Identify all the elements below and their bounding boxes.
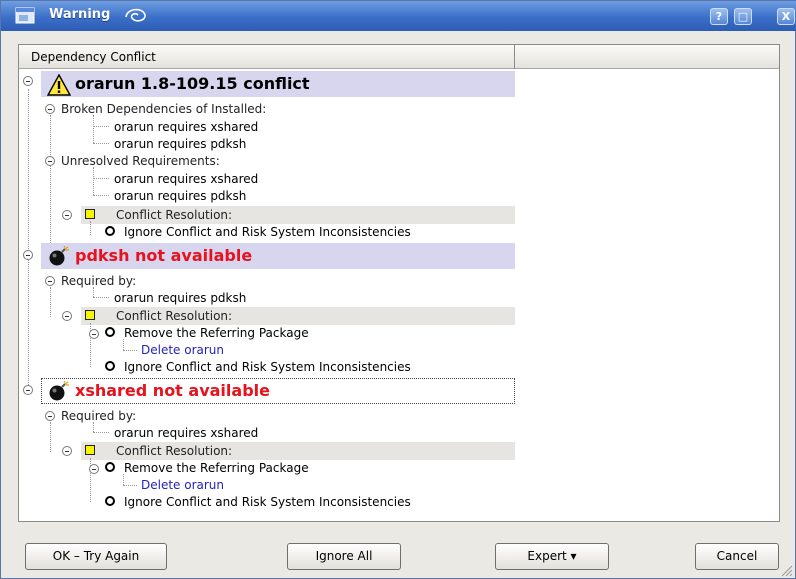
close-button[interactable]: X — [777, 8, 795, 25]
ok-try-again-button[interactable]: OK – Try Again — [25, 543, 167, 570]
radio-ignore-conflict[interactable] — [105, 226, 115, 236]
maximize-button[interactable]: □ — [734, 8, 752, 25]
conflict-resolution-label: Conflict Resolution: — [116, 309, 233, 323]
tree-guide — [123, 474, 124, 485]
radio-remove-package[interactable] — [105, 327, 115, 337]
remove-package-expander[interactable] — [89, 464, 99, 474]
list-item[interactable]: orarun requires pdksh — [114, 291, 246, 305]
tree-guide — [50, 422, 51, 452]
resolution-checkbox[interactable] — [85, 310, 95, 320]
list-item[interactable]: orarun requires xshared — [114, 120, 258, 134]
help-button[interactable]: ? — [710, 8, 728, 25]
ignore-conflict-option[interactable]: Ignore Conflict and Risk System Inconsis… — [124, 495, 411, 509]
window-title: Warning — [49, 7, 111, 22]
radio-remove-package[interactable] — [105, 462, 115, 472]
resolution-checkbox[interactable] — [85, 445, 95, 455]
remove-package-expander[interactable] — [89, 329, 99, 339]
conflict-resolution-expander[interactable] — [62, 311, 72, 321]
delete-orarun-option[interactable]: Delete orarun — [141, 478, 224, 492]
swirl-decoration-icon — [125, 8, 146, 22]
ignore-conflict-option[interactable]: Ignore Conflict and Risk System Inconsis… — [124, 360, 411, 374]
required-by-expander[interactable] — [45, 411, 55, 421]
tree-guide — [123, 339, 124, 350]
warning-dialog: Warning ? □ X Dependency Conflict orarun… — [0, 0, 796, 579]
ignore-conflict-option[interactable]: Ignore Conflict and Risk System Inconsis… — [124, 225, 411, 239]
tree-guide — [90, 221, 91, 235]
conflict-resolution-label: Conflict Resolution: — [116, 208, 233, 222]
tree-guide — [50, 287, 51, 317]
remove-package-option[interactable]: Remove the Referring Package — [124, 326, 309, 340]
tree-guide — [93, 143, 109, 144]
conflict-resolution-expander[interactable] — [62, 446, 72, 456]
tree-guide — [28, 259, 29, 389]
conflict-3-expander[interactable] — [23, 385, 33, 395]
tree-guide — [93, 126, 109, 127]
radio-ignore-conflict[interactable] — [105, 361, 115, 371]
list-item[interactable]: orarun requires pdksh — [114, 189, 246, 203]
required-by-label[interactable]: Required by: — [61, 409, 136, 423]
tree-guide — [93, 432, 109, 433]
tree-guide — [93, 287, 94, 297]
tree-guide — [50, 115, 51, 249]
unresolved-expander[interactable] — [45, 156, 55, 166]
ignore-all-button[interactable]: Ignore All — [287, 543, 401, 570]
expert-menu-button[interactable]: Expert ▾ — [495, 543, 609, 570]
app-window-icon — [15, 7, 35, 24]
unresolved-label[interactable]: Unresolved Requirements: — [61, 154, 220, 168]
column-header-label: Dependency Conflict — [31, 50, 156, 64]
bomb-icon — [49, 246, 69, 266]
remove-package-option[interactable]: Remove the Referring Package — [124, 461, 309, 475]
conflict-1-title: orarun 1.8-109.15 conflict — [75, 74, 310, 93]
list-item[interactable]: orarun requires xshared — [114, 426, 258, 440]
tree-guide — [123, 485, 137, 486]
resolution-checkbox[interactable] — [85, 209, 95, 219]
conflict-tree-panel[interactable]: Dependency Conflict orarun 1.8-109.15 co… — [18, 44, 780, 522]
warning-icon — [47, 74, 71, 96]
radio-ignore-conflict[interactable] — [105, 496, 115, 506]
conflict-2-title: pdksh not available — [75, 246, 253, 265]
tree-guide — [93, 115, 94, 143]
cancel-button[interactable]: Cancel — [695, 543, 779, 570]
broken-deps-expander[interactable] — [45, 104, 55, 114]
list-item[interactable]: orarun requires pdksh — [114, 137, 246, 151]
tree-guide — [93, 178, 109, 179]
broken-deps-label[interactable]: Broken Dependencies of Installed: — [61, 102, 266, 116]
tree-guide — [28, 89, 29, 251]
list-item[interactable]: orarun requires xshared — [114, 172, 258, 186]
required-by-expander[interactable] — [45, 276, 55, 286]
title-bar[interactable]: Warning ? □ X — [1, 1, 796, 31]
conflict-3-title: xshared not available — [75, 381, 270, 400]
tree-guide — [123, 350, 137, 351]
column-header: Dependency Conflict — [19, 45, 779, 69]
tree-guide — [93, 297, 109, 298]
delete-orarun-option[interactable]: Delete orarun — [141, 343, 224, 357]
conflict-resolution-label: Conflict Resolution: — [116, 444, 233, 458]
tree-guide — [93, 195, 109, 196]
tree-guide — [93, 167, 94, 195]
resize-grip-icon[interactable] — [779, 563, 793, 577]
conflict-1-expander[interactable] — [23, 76, 33, 86]
conflict-resolution-expander[interactable] — [62, 210, 72, 220]
column-header-dependency-conflict[interactable]: Dependency Conflict — [19, 45, 515, 69]
tree-guide — [93, 422, 94, 432]
required-by-label[interactable]: Required by: — [61, 274, 136, 288]
bomb-icon — [49, 381, 69, 401]
